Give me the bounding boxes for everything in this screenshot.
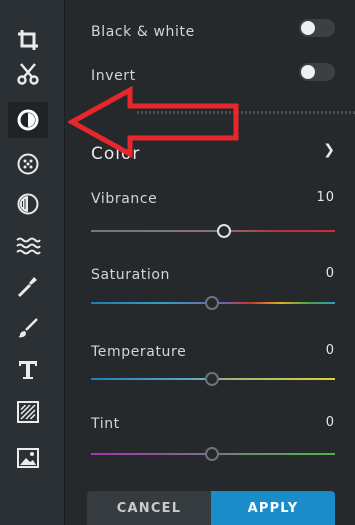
temperature-slider[interactable]	[91, 372, 335, 386]
tint-value: 0	[325, 415, 335, 430]
invert-label: Invert	[91, 68, 136, 84]
adjust-panel: Black & white Invert Color ❯ Vibrance 10…	[65, 0, 355, 525]
chevron-down-icon[interactable]: ❯	[323, 142, 335, 158]
black-white-row: Black & white	[91, 19, 335, 40]
temperature-row: Temperature 0	[91, 341, 335, 360]
tint-row: Tint 0	[91, 413, 335, 432]
text-icon[interactable]	[8, 352, 48, 388]
vibrance-value: 10	[316, 190, 335, 205]
image-icon[interactable]	[8, 440, 48, 476]
apply-button[interactable]: APPLY	[211, 491, 335, 525]
saturation-row: Saturation 0	[91, 264, 335, 283]
overlay-icon[interactable]	[8, 186, 48, 222]
temperature-label: Temperature	[91, 344, 187, 360]
action-bar: CANCEL APPLY	[87, 491, 335, 525]
texture-icon[interactable]	[8, 228, 48, 264]
saturation-slider-thumb[interactable]	[205, 296, 219, 310]
vibrance-label: Vibrance	[91, 191, 158, 207]
saturation-slider[interactable]	[91, 296, 335, 310]
scissors-icon[interactable]	[8, 56, 48, 92]
black-white-toggle[interactable]	[299, 19, 335, 37]
invert-row: Invert	[91, 63, 335, 84]
vibrance-slider[interactable]	[91, 224, 335, 238]
vibrance-slider-thumb[interactable]	[217, 224, 231, 238]
saturation-label: Saturation	[91, 267, 170, 283]
toggle-knob	[301, 65, 315, 79]
tool-rail	[0, 0, 65, 525]
temperature-slider-thumb[interactable]	[205, 372, 219, 386]
invert-toggle[interactable]	[299, 63, 335, 81]
tint-slider[interactable]	[91, 447, 335, 461]
effects-icon[interactable]	[8, 146, 48, 182]
paint-brush-icon[interactable]	[8, 310, 48, 346]
temperature-value: 0	[325, 343, 335, 358]
black-white-label: Black & white	[91, 24, 195, 40]
crop-icon[interactable]	[8, 22, 48, 58]
saturation-value: 0	[325, 266, 335, 281]
adjust-icon[interactable]	[8, 102, 48, 138]
tint-label: Tint	[91, 416, 120, 432]
frame-icon[interactable]	[8, 394, 48, 430]
cancel-button[interactable]: CANCEL	[87, 491, 211, 525]
toggle-knob	[301, 21, 315, 35]
tint-slider-thumb[interactable]	[205, 447, 219, 461]
vibrance-row: Vibrance 10	[91, 188, 335, 207]
brush-icon[interactable]	[8, 268, 48, 304]
annotation-arrow	[68, 85, 239, 159]
